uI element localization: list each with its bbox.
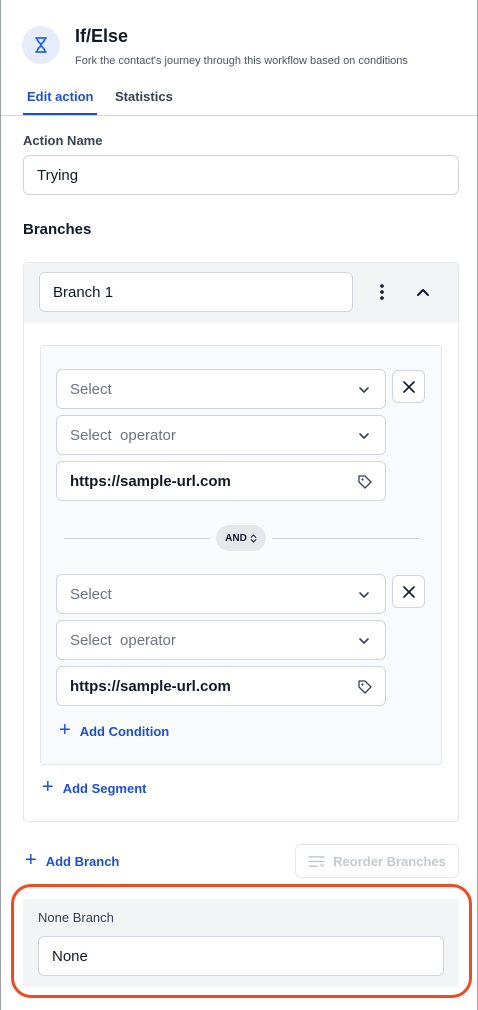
branch-name-input[interactable]: Branch 1 — [39, 272, 353, 312]
and-or-toggle[interactable]: AND — [216, 525, 266, 551]
add-segment-button[interactable]: + Add Segment — [42, 776, 147, 798]
chevron-down-icon — [359, 433, 369, 440]
condition-field-placeholder: Select — [70, 380, 112, 398]
plus-icon: + — [25, 849, 37, 871]
chevron-down-icon — [359, 638, 369, 645]
and-divider-left — [64, 538, 210, 539]
condition-operator-select[interactable]: Select operator — [56, 415, 386, 455]
condition-field-select[interactable]: Select — [56, 369, 386, 409]
panel-title: If/Else — [75, 26, 129, 46]
condition-operator-placeholder: Select operator — [70, 631, 176, 649]
add-branch-button[interactable]: + Add Branch — [25, 849, 120, 871]
joiner-label: AND — [225, 532, 247, 544]
plus-icon: + — [42, 776, 54, 798]
condition-value-text: https://sample-url.com — [70, 677, 231, 695]
tag-icon[interactable] — [357, 474, 373, 490]
condition-value-text: https://sample-url.com — [70, 472, 231, 490]
highlight-outline — [11, 884, 472, 998]
remove-condition-button[interactable] — [392, 370, 425, 403]
remove-condition-button[interactable] — [392, 575, 425, 608]
tab-statistics[interactable]: Statistics — [115, 89, 173, 104]
action-name-label: Action Name — [23, 133, 103, 148]
add-condition-label: Add Condition — [79, 723, 170, 739]
tag-icon[interactable] — [357, 679, 373, 695]
add-segment-label: Add Segment — [62, 780, 147, 796]
close-icon — [402, 585, 415, 598]
reorder-branches-button[interactable]: Reorder Branches — [295, 844, 459, 878]
condition-value-input[interactable]: https://sample-url.com — [56, 461, 386, 501]
chevron-down-icon — [359, 592, 369, 599]
reorder-icon — [308, 855, 325, 867]
action-name-input[interactable]: Trying — [23, 155, 459, 195]
more-vertical-icon[interactable] — [372, 282, 392, 302]
and-divider-right — [272, 538, 420, 539]
hourglass-icon — [22, 26, 60, 64]
condition-field-placeholder: Select — [70, 585, 112, 603]
tab-edit-action[interactable]: Edit action — [27, 89, 93, 104]
close-icon — [402, 380, 415, 393]
condition-field-select[interactable]: Select — [56, 574, 386, 614]
chevron-down-icon — [359, 387, 369, 394]
condition-operator-placeholder: Select operator — [70, 426, 176, 444]
condition-operator-select[interactable]: Select operator — [56, 620, 386, 660]
add-branch-label: Add Branch — [45, 853, 120, 869]
tabs-divider — [1, 115, 477, 116]
plus-icon: + — [59, 719, 71, 741]
panel-subtitle: Fork the contact's journey through this … — [75, 55, 408, 67]
branches-title: Branches — [23, 221, 92, 238]
condition-value-input[interactable]: https://sample-url.com — [56, 666, 386, 706]
add-condition-button[interactable]: + Add Condition — [59, 719, 170, 741]
sort-arrows-icon — [250, 533, 257, 543]
reorder-branches-label: Reorder Branches — [333, 853, 446, 869]
chevron-up-icon[interactable] — [413, 282, 433, 302]
